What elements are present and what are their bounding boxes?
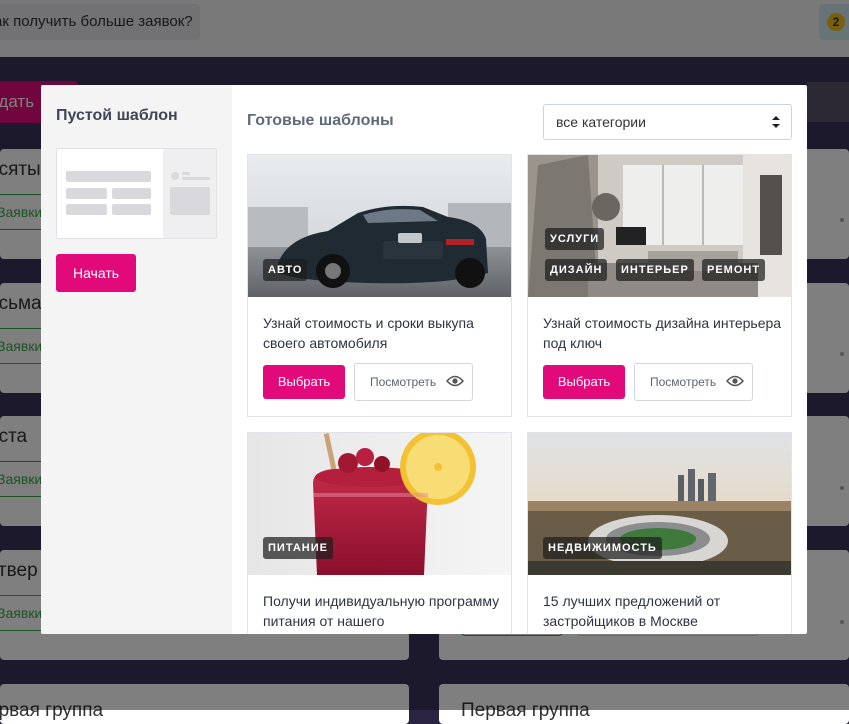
tag-realty: НЕДВИЖИМОСТЬ	[543, 537, 662, 559]
view-button[interactable]: Посмотреть	[354, 363, 473, 401]
ready-templates-title: Готовые шаблоны	[247, 112, 394, 129]
view-button[interactable]: Посмотреть	[634, 363, 753, 401]
preview-line	[66, 204, 107, 215]
choose-button[interactable]: Выбрать	[543, 365, 625, 399]
preview-sidebar	[163, 149, 216, 238]
eye-icon	[726, 375, 744, 387]
template-description: Узнай стоимость и сроки выкупа своего ав…	[263, 315, 474, 351]
template-image-car[interactable]: АВТО	[248, 155, 511, 297]
preview-line	[182, 172, 190, 175]
preview-line	[112, 188, 151, 199]
tag-interior: ИНТЕРЬЕР	[616, 259, 694, 281]
template-description: Получи индивидуальную программу питания …	[263, 593, 500, 629]
template-image-moscow[interactable]: НЕДВИЖИМОСТЬ	[528, 433, 791, 575]
start-button[interactable]: Начать	[56, 254, 136, 292]
blank-template-panel: Пустой шаблон Начать	[41, 85, 232, 634]
template-description: 15 лучших предложений от застройщиков в …	[543, 593, 721, 629]
tag-repair: РЕМОНТ	[702, 259, 766, 281]
category-select-value: все категории	[556, 114, 646, 130]
blank-template-preview[interactable]	[56, 148, 217, 239]
tag-design: ДИЗАЙН	[545, 259, 608, 281]
preview-line	[66, 188, 107, 199]
preview-avatar	[171, 172, 179, 180]
preview-line	[66, 171, 151, 182]
tag-services: УСЛУГИ	[545, 228, 605, 250]
preview-block	[170, 187, 210, 215]
template-card-realty: НЕДВИЖИМОСТЬ 15 лучших предложений от за…	[527, 432, 792, 634]
template-card-auto: АВТО Узнай стоимость и сроки выкупа свое…	[247, 154, 512, 417]
view-button-label: Посмотреть	[650, 375, 717, 389]
template-description: Узнай стоимость дизайна интерьера под кл…	[543, 315, 782, 351]
template-card-nutrition: ПИТАНИЕ Получи индивидуальную программу …	[247, 432, 512, 634]
preview-line	[182, 177, 210, 180]
eye-icon	[446, 375, 464, 387]
tag-nutrition: ПИТАНИЕ	[263, 537, 333, 559]
preview-line	[112, 204, 151, 215]
category-select[interactable]: все категории	[543, 104, 792, 140]
blank-template-title: Пустой шаблон	[56, 107, 178, 124]
template-modal: Пустой шаблон Начать Готовые шаблоны все…	[41, 85, 807, 634]
view-button-label: Посмотреть	[370, 375, 437, 389]
choose-button[interactable]: Выбрать	[263, 365, 345, 399]
template-card-interior: УСЛУГИ ДИЗАЙН ИНТЕРЬЕР РЕМОНТ Узнай стои…	[527, 154, 792, 417]
template-image-drink[interactable]: ПИТАНИЕ	[248, 433, 511, 575]
select-arrows-icon	[772, 116, 780, 128]
tag-auto: АВТО	[263, 259, 308, 281]
template-image-interior[interactable]: УСЛУГИ ДИЗАЙН ИНТЕРЬЕР РЕМОНТ	[528, 155, 791, 297]
